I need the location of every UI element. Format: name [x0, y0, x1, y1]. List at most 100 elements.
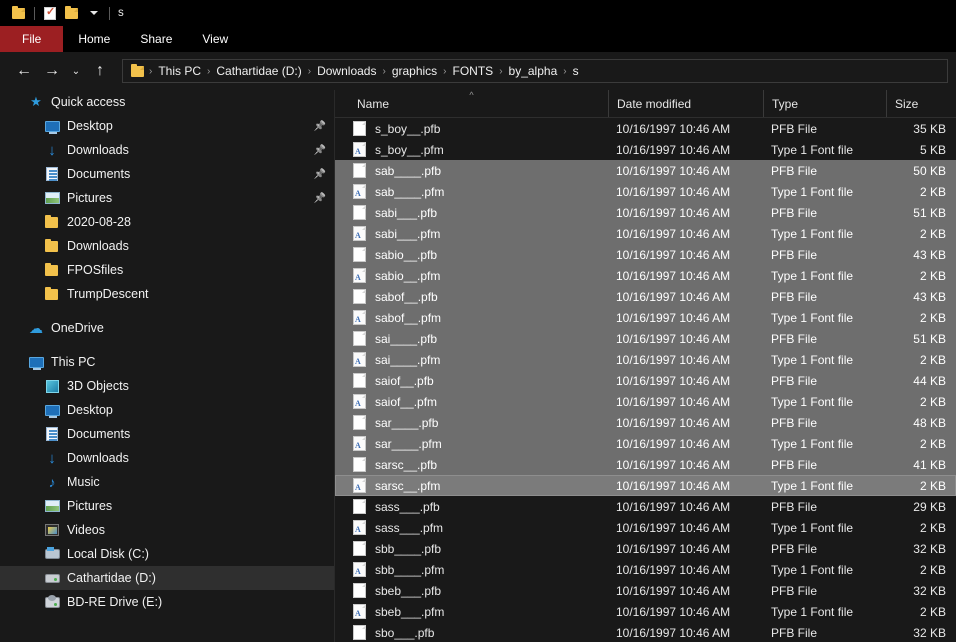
sidebar-group-spacer — [0, 340, 334, 350]
column-header-type[interactable]: Type — [763, 90, 886, 117]
forward-button[interactable]: → — [38, 57, 66, 85]
table-row[interactable]: sab____.pfm 10/16/1997 10:46 AM Type 1 Fon… — [335, 181, 956, 202]
column-header-name[interactable]: ^ Name — [335, 90, 608, 117]
breadcrumb-item-graphics[interactable]: graphics — [387, 62, 442, 80]
file-date-cell: 10/16/1997 10:46 AM — [616, 142, 731, 157]
sidebar-item-downloads[interactable]: Downloads — [0, 234, 334, 258]
new-folder-icon[interactable] — [61, 2, 83, 24]
breadcrumb-item-fonts[interactable]: FONTS — [448, 62, 499, 80]
sidebar-item-pictures[interactable]: Pictures 📌 — [0, 186, 334, 210]
sidebar-item-documents[interactable]: Documents 📌 — [0, 162, 334, 186]
navigation-pane[interactable]: ★ Quick access Desktop 📌 ↓ Downloads 📌 Document… — [0, 90, 335, 642]
file-name-label: sarsc__.pfm — [375, 478, 441, 493]
table-row[interactable]: sbeb___.pfm 10/16/1997 10:46 AM Type 1 Fon… — [335, 601, 956, 622]
table-row[interactable]: sai____.pfm 10/16/1997 10:46 AM Type 1 Fon… — [335, 349, 956, 370]
table-row[interactable]: sabof__.pfb 10/16/1997 10:46 AM PFB File 43… — [335, 286, 956, 307]
back-button[interactable]: ← — [10, 57, 38, 85]
table-row[interactable]: sbeb___.pfb 10/16/1997 10:46 AM PFB File 32… — [335, 580, 956, 601]
file-name-label: sbeb___.pfm — [375, 604, 445, 619]
sidebar-item-downloads[interactable]: ↓ Downloads — [0, 446, 334, 470]
file-size-cell: 2 KB — [919, 562, 946, 577]
breadcrumb-item-s[interactable]: s — [568, 62, 584, 80]
sidebar-item-desktop[interactable]: Desktop — [0, 398, 334, 422]
properties-icon[interactable] — [39, 2, 61, 24]
sidebar-item-downloads[interactable]: ↓ Downloads 📌 — [0, 138, 334, 162]
column-header-size[interactable]: Size — [886, 90, 956, 117]
up-button[interactable]: ↑ — [86, 57, 114, 85]
column-header-size-label: Size — [895, 96, 919, 111]
table-row[interactable]: sass___.pfb 10/16/1997 10:46 AM PFB File 29… — [335, 496, 956, 517]
table-row[interactable]: saiof__.pfm 10/16/1997 10:46 AM Type 1 Fon… — [335, 391, 956, 412]
file-date-cell: 10/16/1997 10:46 AM — [616, 289, 731, 304]
sidebar-item-trumpdescent[interactable]: TrumpDescent — [0, 282, 334, 306]
sidebar-item-label: Pictures — [67, 191, 113, 205]
pin-icon[interactable]: 📌 — [314, 121, 326, 132]
tab-home[interactable]: Home — [63, 26, 125, 52]
pin-icon[interactable]: 📌 — [314, 145, 326, 156]
table-row[interactable]: s_boy__.pfb 10/16/1997 10:46 AM PFB File 35… — [335, 118, 956, 139]
table-row[interactable]: s_boy__.pfm 10/16/1997 10:46 AM Type 1 Fon… — [335, 139, 956, 160]
table-row[interactable]: saiof__.pfb 10/16/1997 10:46 AM PFB File 44… — [335, 370, 956, 391]
file-date-cell: 10/16/1997 10:46 AM — [616, 247, 731, 262]
pfb-file-icon — [353, 415, 366, 430]
table-row[interactable]: sar____.pfm 10/16/1997 10:46 AM Type 1 Fon… — [335, 433, 956, 454]
file-rows-container[interactable]: s_boy__.pfb 10/16/1997 10:46 AM PFB File 35… — [335, 118, 956, 642]
file-type-cell: PFB File — [771, 289, 818, 304]
file-date-cell: 10/16/1997 10:46 AM — [616, 205, 731, 220]
sidebar-item-bd-re-drive-e[interactable]: BD-RE Drive (E:) — [0, 590, 334, 614]
file-name-label: sbb____.pfm — [375, 562, 445, 577]
table-row[interactable]: sbb____.pfm 10/16/1997 10:46 AM Type 1 Fon… — [335, 559, 956, 580]
breadcrumb-item-downloads[interactable]: Downloads — [312, 62, 381, 80]
folder-icon[interactable] — [8, 2, 30, 24]
sidebar-item-onedrive[interactable]: ☁ OneDrive — [0, 316, 334, 340]
breadcrumb-item-by-alpha[interactable]: by_alpha — [504, 62, 563, 80]
table-row[interactable]: sass___.pfm 10/16/1997 10:46 AM Type 1 Fon… — [335, 517, 956, 538]
explorer-body: ★ Quick access Desktop 📌 ↓ Downloads 📌 Document… — [0, 90, 956, 642]
tab-file[interactable]: File — [0, 26, 64, 52]
table-row[interactable]: sabio__.pfm 10/16/1997 10:46 AM Type 1 Fon… — [335, 265, 956, 286]
file-name-label: sabi___.pfb — [375, 205, 438, 220]
sidebar-item-documents[interactable]: Documents — [0, 422, 334, 446]
breadcrumb-item-cathartidae[interactable]: Cathartidae (D:) — [211, 62, 306, 80]
sidebar-item-2020-08-28[interactable]: 2020-08-28 — [0, 210, 334, 234]
table-row[interactable]: sai____.pfb 10/16/1997 10:46 AM PFB File 51… — [335, 328, 956, 349]
table-row[interactable]: sar____.pfb 10/16/1997 10:46 AM PFB File 48… — [335, 412, 956, 433]
pfb-file-icon — [353, 541, 366, 556]
pin-icon[interactable]: 📌 — [314, 169, 326, 180]
pfb-file-icon — [353, 625, 366, 640]
tab-share[interactable]: Share — [125, 26, 187, 52]
sidebar-item-pictures[interactable]: Pictures — [0, 494, 334, 518]
sidebar-item-desktop[interactable]: Desktop 📌 — [0, 114, 334, 138]
file-date-cell: 10/16/1997 10:46 AM — [616, 121, 731, 136]
table-row[interactable]: sabi___.pfb 10/16/1997 10:46 AM PFB File 51… — [335, 202, 956, 223]
pin-icon[interactable]: 📌 — [314, 193, 326, 204]
sidebar-item-videos[interactable]: Videos — [0, 518, 334, 542]
column-header-date-modified[interactable]: Date modified — [608, 90, 763, 117]
sidebar-item-3d-objects[interactable]: 3D Objects — [0, 374, 334, 398]
sidebar-item-this-pc[interactable]: This PC — [0, 350, 334, 374]
file-name-label: sabof__.pfb — [375, 289, 438, 304]
sidebar-item-fposfiles[interactable]: FPOSfiles — [0, 258, 334, 282]
customize-caret-icon[interactable] — [83, 2, 105, 24]
pc-icon — [28, 354, 44, 370]
breadcrumb[interactable]: › This PC › Cathartidae (D:) › Downloads… — [122, 59, 948, 83]
table-row[interactable]: sabi___.pfm 10/16/1997 10:46 AM Type 1 Fon… — [335, 223, 956, 244]
table-row[interactable]: sarsc__.pfb 10/16/1997 10:46 AM PFB File 41… — [335, 454, 956, 475]
table-row[interactable]: sbo___.pfb 10/16/1997 10:46 AM PFB File 32 … — [335, 622, 956, 642]
recent-locations-button[interactable]: ⌄ — [66, 57, 86, 85]
sidebar-item-label: OneDrive — [51, 321, 104, 335]
breadcrumb-item-this-pc[interactable]: This PC — [153, 62, 206, 80]
table-row[interactable]: sbb____.pfb 10/16/1997 10:46 AM PFB File 32… — [335, 538, 956, 559]
sidebar-item-music[interactable]: ♪ Music — [0, 470, 334, 494]
sidebar-item-quick-access[interactable]: ★ Quick access — [0, 90, 334, 114]
table-row[interactable]: sabio__.pfb 10/16/1997 10:46 AM PFB File 43… — [335, 244, 956, 265]
table-row[interactable]: sab____.pfb 10/16/1997 10:46 AM PFB File 50… — [335, 160, 956, 181]
file-date-cell: 10/16/1997 10:46 AM — [616, 583, 731, 598]
pfb-file-icon — [353, 499, 366, 514]
table-row[interactable]: sarsc__.pfm 10/16/1997 10:46 AM Type 1 Fon… — [335, 475, 956, 496]
sidebar-item-cathartidae-d[interactable]: Cathartidae (D:) — [0, 566, 334, 590]
table-row[interactable]: sabof__.pfm 10/16/1997 10:46 AM Type 1 Fon… — [335, 307, 956, 328]
sidebar-item-local-disk-c[interactable]: Local Disk (C:) — [0, 542, 334, 566]
tab-view[interactable]: View — [187, 26, 243, 52]
file-date-cell: 10/16/1997 10:46 AM — [616, 310, 731, 325]
